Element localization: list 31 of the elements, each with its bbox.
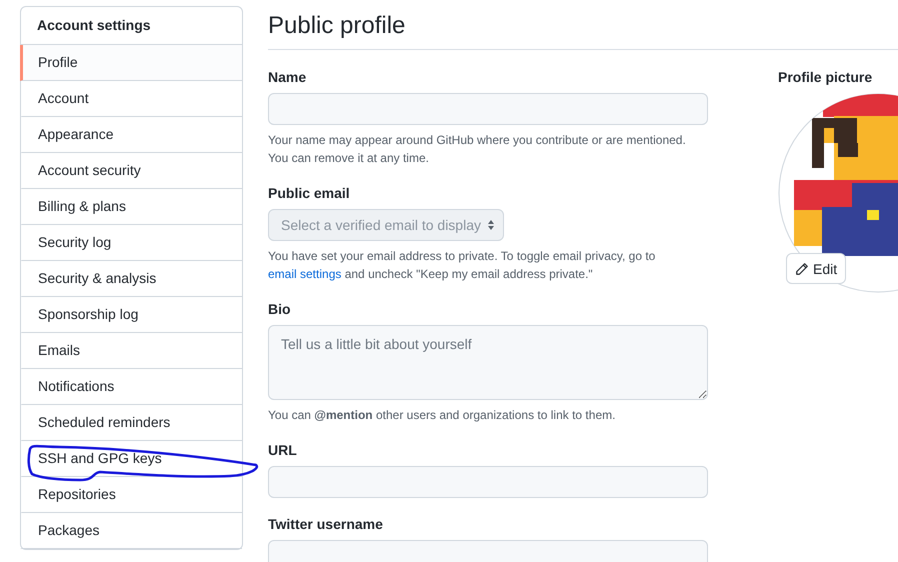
sidebar-item[interactable]: Appearance (20, 117, 242, 153)
bio-field[interactable]: Tell us a little bit about yourself (268, 325, 708, 400)
sidebar-item[interactable]: Notifications (20, 369, 242, 405)
email-settings-link[interactable]: email settings (268, 267, 342, 281)
help-text: You can @mention other users and organizations to link to them. (268, 407, 616, 424)
page-title: Public profile (268, 0, 898, 50)
field-label: Public email (268, 184, 351, 203)
sidebar-item[interactable]: SSH and GPG keys (20, 441, 242, 477)
sidebar-item[interactable]: Emails (20, 333, 242, 369)
sidebar-item[interactable]: Security log (20, 225, 242, 261)
edit-button[interactable]: Edit (786, 253, 846, 284)
sidebar-item[interactable]: Account (20, 81, 242, 117)
sidebar-item[interactable]: Repositories (20, 477, 242, 513)
sidebar-item[interactable]: Packages (20, 513, 242, 549)
field-label: URL (268, 441, 298, 460)
pencil-icon (795, 262, 809, 276)
field-label: Twitter username (268, 515, 384, 534)
sidebar-item[interactable]: Sponsorship log (20, 297, 242, 333)
sidebar-item[interactable]: Profile (20, 45, 242, 81)
select-arrows-icon (487, 219, 495, 231)
sidebar-item[interactable]: Scheduled reminders (20, 405, 242, 441)
field-label: Name (268, 68, 308, 87)
sidebar-item[interactable]: Account security (20, 153, 242, 189)
input-field[interactable] (268, 466, 708, 498)
sidebar-item[interactable]: Security & analysis (20, 261, 242, 297)
profile-picture-label: Profile picture (778, 68, 874, 87)
help-text: Your name may appear around GitHub where you contribute or are mentioned. You can remove it at any time. (268, 132, 687, 167)
help-text: You have set your email address to private. To toggle email privacy, go to email settings and uncheck "Keep my email address private." (268, 248, 656, 283)
sidebar-item[interactable]: Billing & plans (20, 189, 242, 225)
input-field[interactable] (268, 93, 708, 125)
field-label: Bio (268, 300, 292, 319)
